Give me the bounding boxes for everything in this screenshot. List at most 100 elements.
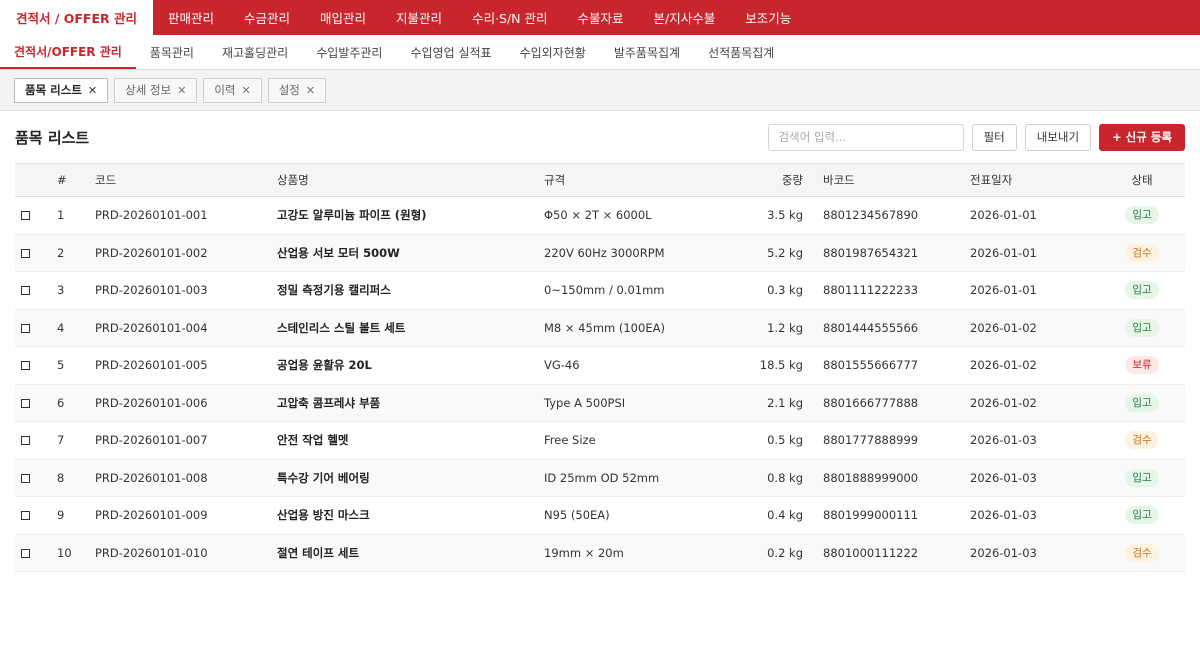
cell-spec: M8 × 45mm (100EA) (544, 320, 665, 335)
cell-barcode: 8801234567890 (823, 208, 919, 223)
cell-barcode: 8801777888999 (823, 433, 919, 448)
cell-weight: 3.5 kg (767, 208, 803, 223)
row-checkbox[interactable] (21, 511, 30, 521)
cell-num: 4 (57, 320, 65, 335)
close-icon[interactable]: ✕ (88, 84, 97, 97)
tab-item-list[interactable]: 품목 리스트 ✕ (14, 77, 109, 103)
export-button[interactable]: 내보내기 (1024, 123, 1092, 151)
cell-barcode: 8801666777888 (823, 395, 919, 410)
row-checkbox[interactable] (21, 473, 30, 483)
cell-spec: 19mm × 20m (544, 545, 624, 560)
topnav-item-aux[interactable]: 보조기능 (730, 0, 806, 35)
cell-barcode: 8801444555566 (823, 320, 919, 335)
cell-date: 2026-01-02 (970, 358, 1037, 373)
column-header-barcode[interactable]: 바코드 (809, 164, 964, 197)
table-row[interactable]: 6 PRD-20260101-006 고압축 콤프레샤 부품 Type A 500PS… (15, 384, 1185, 422)
row-checkbox-cell (15, 534, 51, 572)
topnav-item-sales[interactable]: 판매관리 (153, 0, 229, 35)
tab-history[interactable]: 이력 ✕ (203, 77, 262, 103)
table-row[interactable]: 3 PRD-20260101-003 정밀 측정기용 캘리퍼스 0~150mm / 0… (15, 272, 1185, 310)
column-header-status[interactable]: 상태 (1099, 164, 1185, 197)
cell-num: 8 (57, 470, 65, 485)
row-checkbox[interactable] (21, 286, 30, 296)
cell-code: PRD-20260101-009 (95, 508, 208, 523)
cell-date: 2026-01-02 (970, 320, 1037, 335)
topnav-item-inout-data[interactable]: 수불자료 (563, 0, 639, 35)
subnav-item-import-status[interactable]: 수입외자현황 (506, 35, 600, 69)
topnav-item-repair-sn[interactable]: 수리·S/N 관리 (457, 0, 562, 35)
subnav-item-import-order[interactable]: 수입발주관리 (302, 35, 396, 69)
column-header-date[interactable]: 전표일자 (964, 164, 1099, 197)
status-badge: 입고 (1125, 393, 1159, 412)
tab-detail-info[interactable]: 상세 정보 ✕ (114, 77, 198, 103)
column-header-spec[interactable]: 규격 (538, 164, 728, 197)
close-icon[interactable]: ✕ (242, 84, 251, 97)
subnav-item-items[interactable]: 품목관리 (136, 35, 208, 69)
topnav-item-purchase[interactable]: 매입관리 (305, 0, 381, 35)
cell-weight: 0.3 kg (767, 283, 803, 298)
subnav-item-offer[interactable]: 견적서/OFFER 관리 (0, 35, 136, 69)
cell-num: 1 (57, 208, 65, 223)
topnav-item-branch-inout[interactable]: 본/지사수불 (639, 0, 731, 35)
cell-status: 보류 (1099, 347, 1185, 385)
table-row[interactable]: 9 PRD-20260101-009 산업용 방진 마스크 N95 (50EA) 0.4… (15, 497, 1185, 534)
row-checkbox[interactable] (21, 548, 30, 558)
new-register-button[interactable]: + 신규 등록 (1099, 123, 1185, 151)
column-header-num[interactable]: # (51, 164, 89, 197)
subnav-item-import-sales-report[interactable]: 수입영업 실적표 (396, 35, 505, 69)
table-row[interactable]: 4 PRD-20260101-004 스테인리스 스틸 볼트 세트 M8 × 45mm… (15, 309, 1185, 347)
tab-strip: 품목 리스트 ✕ 상세 정보 ✕ 이력 ✕ 설정 ✕ (0, 70, 1200, 111)
subnav-item-stock-holding[interactable]: 재고홀딩관리 (208, 35, 302, 69)
cell-code: PRD-20260101-004 (95, 320, 208, 335)
cell-name: 고압축 콤프레샤 부품 (277, 395, 381, 410)
row-checkbox-cell (15, 272, 51, 310)
cell-code: PRD-20260101-010 (95, 545, 208, 560)
close-icon[interactable]: ✕ (177, 84, 186, 97)
topnav-item-offer[interactable]: 견적서 / OFFER 관리 (0, 0, 153, 35)
cell-code: PRD-20260101-001 (95, 208, 208, 223)
tab-settings[interactable]: 설정 ✕ (267, 77, 327, 103)
filter-button[interactable]: 필터 (971, 123, 1017, 151)
search-input[interactable] (767, 123, 964, 151)
status-badge: 보류 (1125, 356, 1159, 375)
table-row[interactable]: 5 PRD-20260101-005 공업용 윤활유 20L VG-46 18.5 kg… (15, 347, 1185, 385)
cell-code: PRD-20260101-005 (95, 358, 208, 373)
column-header-code[interactable]: 코드 (89, 164, 271, 197)
table-row[interactable]: 10 PRD-20260101-010 절연 테이프 세트 19mm × 20m 0.2… (15, 534, 1185, 572)
row-checkbox[interactable] (21, 248, 30, 258)
row-checkbox[interactable] (21, 398, 30, 408)
column-header-name[interactable]: 상품명 (271, 164, 538, 197)
cell-num: 3 (57, 283, 65, 298)
table-row[interactable]: 2 PRD-20260101-002 산업용 서보 모터 500W 220V 60Hz… (15, 234, 1185, 272)
status-badge: 입고 (1125, 468, 1159, 487)
table-header-row: # 코드 상품명 규격 중량 바코드 전표일자 상태 (15, 163, 1185, 197)
column-header-weight[interactable]: 중량 (728, 164, 809, 197)
topnav-item-payment[interactable]: 지불관리 (381, 0, 457, 35)
cell-code: PRD-20260101-007 (95, 433, 208, 448)
table-row[interactable]: 7 PRD-20260101-007 안전 작업 헬멧 Free Size 0.5 kg… (15, 422, 1185, 459)
row-checkbox[interactable] (21, 436, 30, 446)
row-checkbox-cell (15, 197, 51, 235)
row-checkbox[interactable] (21, 323, 30, 333)
subnav-item-shipping-summary[interactable]: 선적품목집계 (694, 35, 788, 69)
row-checkbox[interactable] (21, 361, 30, 371)
close-icon[interactable]: ✕ (306, 84, 315, 97)
cell-num: 10 (57, 545, 72, 560)
cell-code: PRD-20260101-008 (95, 470, 208, 485)
cell-barcode: 8801555666777 (823, 358, 919, 373)
status-badge: 검수 (1125, 543, 1159, 562)
tab-label: 이력 (214, 83, 236, 97)
cell-name: 스테인리스 스틸 볼트 세트 (277, 320, 406, 335)
cell-num: 6 (57, 395, 65, 410)
row-checkbox[interactable] (21, 211, 30, 221)
topnav-item-collection[interactable]: 수금관리 (229, 0, 305, 35)
table-row[interactable]: 8 PRD-20260101-008 특수강 기어 베어링 ID 25mm OD 52… (15, 459, 1185, 497)
cell-num: 9 (57, 508, 65, 523)
table-row[interactable]: 1 PRD-20260101-001 고강도 알루미늄 파이프 (원형) Φ50 × … (15, 197, 1185, 235)
cell-weight: 0.4 kg (767, 508, 803, 523)
status-badge: 입고 (1125, 281, 1159, 300)
subnav-item-order-summary[interactable]: 발주품목집계 (600, 35, 694, 69)
row-checkbox-cell (15, 347, 51, 385)
cell-status: 검수 (1099, 534, 1185, 572)
cell-code: PRD-20260101-006 (95, 395, 208, 410)
